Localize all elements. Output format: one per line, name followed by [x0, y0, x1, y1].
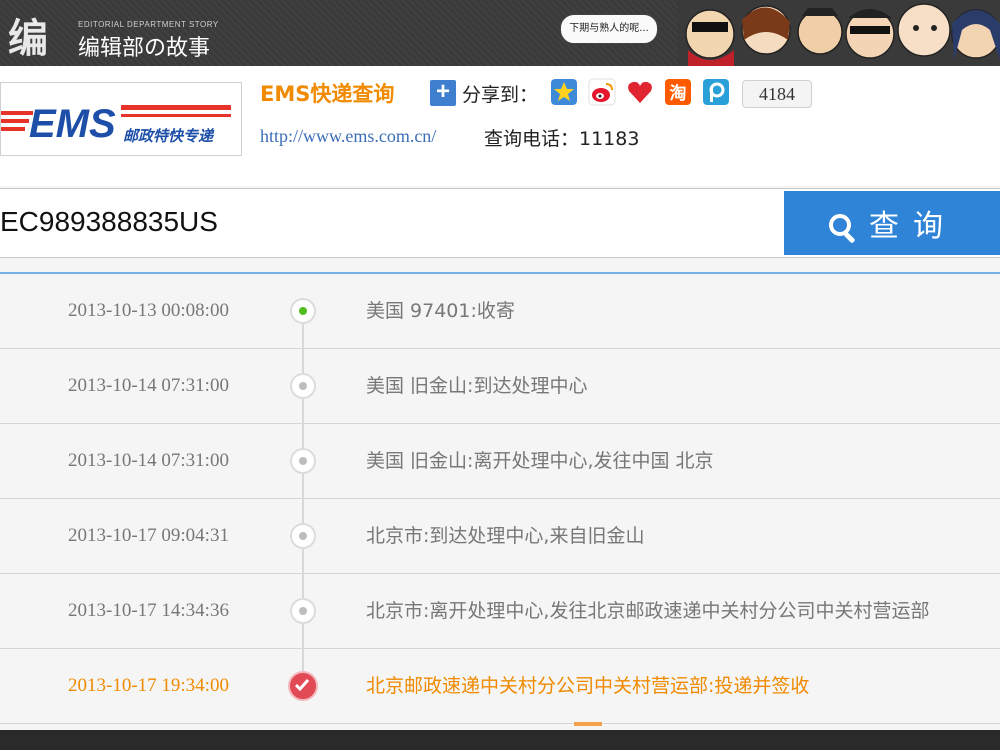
speech-bubble: 下期与熟人的呢... — [560, 14, 658, 44]
page-title: EMS快递查询 — [260, 82, 395, 106]
query-button[interactable]: 查询 — [784, 191, 1000, 255]
tracking-time: 2013-10-17 14:34:36 — [68, 600, 229, 621]
timeline-dot-icon — [290, 373, 316, 399]
site-url-link[interactable]: http://www.ems.com.cn/ — [260, 126, 436, 147]
hotline-text: 查询电话：11183 — [484, 128, 640, 150]
logo-text: EMS — [29, 102, 116, 146]
brand-name: 编辑部の故事 — [78, 36, 211, 61]
logo-subtext: 邮政特快专递 — [123, 127, 215, 145]
svg-text:淘: 淘 — [670, 83, 687, 104]
ems-logo[interactable]: EMS 邮政特快专递 — [0, 82, 242, 156]
tracking-row: 2013-10-17 09:04:31 北京市:到达处理中心,来自旧金山 — [0, 499, 1000, 574]
tracking-time: 2013-10-14 07:31:00 — [68, 375, 229, 396]
qzone-icon[interactable] — [550, 78, 578, 106]
share-plus-icon[interactable]: + — [430, 80, 456, 106]
tracking-row-delivered: 2013-10-17 19:34:00 北京邮政速递中关村分公司中关村营运部:投… — [0, 649, 1000, 724]
tracking-row: 2013-10-14 07:31:00 美国 旧金山:离开处理中心,发往中国 北… — [0, 424, 1000, 499]
tracking-description: 美国 旧金山:离开处理中心,发往中国 北京 — [366, 450, 714, 472]
tracking-time: 2013-10-17 19:34:00 — [68, 675, 229, 696]
heart-icon[interactable] — [626, 78, 654, 106]
tracking-time: 2013-10-13 00:08:00 — [68, 300, 229, 321]
tracking-time: 2013-10-17 09:04:31 — [68, 525, 229, 546]
pengyou-icon[interactable] — [702, 78, 730, 106]
site-header: EMS 邮政特快专递 EMS快递查询 + 分享到： 淘 4184 http://… — [0, 66, 1000, 186]
tracking-timeline: 2013-10-13 00:08:00 美国 97401:收寄 2013-10-… — [0, 274, 1000, 724]
tracking-description: 美国 97401:收寄 — [366, 300, 515, 322]
weibo-icon[interactable] — [588, 78, 616, 106]
brand-mark: 编 — [8, 16, 48, 62]
top-banner: 编 EDITORIAL DEPARTMENT STORY 编辑部の故事 下期与熟… — [0, 0, 1000, 66]
tracking-row: 2013-10-14 07:31:00 美国 旧金山:到达处理中心 — [0, 349, 1000, 424]
search-icon — [829, 213, 855, 243]
tracking-description: 北京邮政速递中关村分公司中关村营运部:投递并签收 — [366, 675, 810, 697]
tracking-number-input[interactable] — [0, 189, 780, 255]
ems-logo-graphic: EMS 邮政特快专递 — [1, 102, 231, 146]
scroll-indicator — [574, 722, 602, 726]
tracking-description: 美国 旧金山:到达处理中心 — [366, 375, 588, 397]
query-button-label: 查询 — [869, 209, 957, 244]
search-row: 查询 — [0, 188, 1000, 258]
main-panel: EMS 邮政特快专递 EMS快递查询 + 分享到： 淘 4184 http://… — [0, 66, 1000, 730]
timeline-dot-icon — [290, 523, 316, 549]
timeline-dot-icon — [290, 598, 316, 624]
tracking-row: 2013-10-13 00:08:00 美国 97401:收寄 — [0, 274, 1000, 349]
tracking-description: 北京市:离开处理中心,发往北京邮政速递中关村分公司中关村营运部 — [366, 600, 930, 622]
tracking-time: 2013-10-14 07:31:00 — [68, 450, 229, 471]
delivered-check-icon — [288, 671, 318, 701]
timeline-dot-icon — [290, 448, 316, 474]
tracking-row: 2013-10-17 14:34:36 北京市:离开处理中心,发往北京邮政速递中… — [0, 574, 1000, 649]
cartoon-faces-illustration — [678, 0, 1000, 66]
taobao-icon[interactable]: 淘 — [664, 78, 692, 106]
brand-subtitle: EDITORIAL DEPARTMENT STORY — [78, 20, 219, 29]
share-count-badge: 4184 — [742, 80, 812, 108]
footer-bar — [0, 730, 1000, 750]
tracking-description: 北京市:到达处理中心,来自旧金山 — [366, 525, 645, 547]
share-label: 分享到： — [462, 84, 539, 106]
timeline-dot-start-icon — [290, 298, 316, 324]
